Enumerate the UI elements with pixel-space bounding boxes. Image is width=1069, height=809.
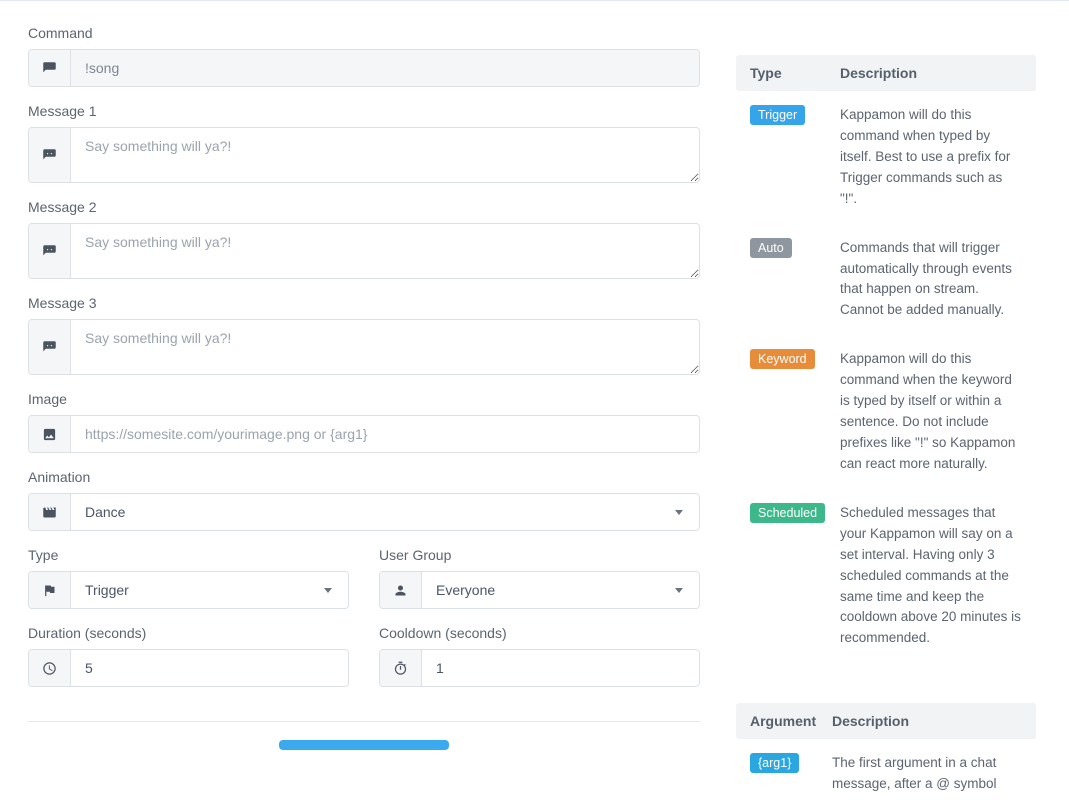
command-input[interactable] (71, 50, 699, 86)
message1-field: Message 1 (28, 103, 700, 183)
message1-group (28, 127, 700, 183)
command-field: Command (28, 25, 700, 87)
submit-button[interactable] (279, 740, 449, 750)
cooldown-label: Cooldown (seconds) (379, 625, 700, 641)
image-label: Image (28, 391, 700, 407)
user-icon (380, 572, 422, 608)
animation-label: Animation (28, 469, 700, 485)
description-header: Description (840, 65, 1022, 81)
chat-icon (29, 224, 71, 278)
type-header: Type (750, 65, 840, 81)
form-panel: Command Message 1 Message 2 (28, 7, 700, 809)
chevron-down-icon (675, 510, 683, 515)
usergroup-label: User Group (379, 547, 700, 563)
message3-group (28, 319, 700, 375)
type-description: Commands that will trigger automatically… (840, 238, 1022, 322)
type-description: Kappamon will do this command when typed… (840, 105, 1022, 210)
reference-panel: Type Description Trigger Kappamon will do… (736, 7, 1036, 809)
message1-input[interactable] (71, 128, 699, 182)
arg-description: The first argument in a chat message, af… (832, 753, 1022, 795)
duration-group (28, 649, 349, 687)
type-row: Auto Commands that will trigger automatic… (736, 224, 1036, 336)
image-icon (29, 416, 71, 452)
message3-field: Message 3 (28, 295, 700, 375)
message2-group (28, 223, 700, 279)
arg-table-header: Argument Description (736, 703, 1036, 739)
divider (28, 721, 700, 722)
image-input[interactable] (71, 416, 699, 452)
clock-icon (29, 650, 71, 686)
chat-icon (29, 320, 71, 374)
animation-value: Dance (85, 504, 125, 520)
arg-description-header: Description (832, 713, 1022, 729)
type-select[interactable]: Trigger (71, 572, 348, 608)
type-label: Type (28, 547, 349, 563)
animation-select[interactable]: Dance (71, 494, 699, 530)
message3-label: Message 3 (28, 295, 700, 311)
argument-header: Argument (750, 713, 832, 729)
type-row: Trigger Kappamon will do this command whe… (736, 91, 1036, 224)
command-input-group (28, 49, 700, 87)
arg-row: {arg1} The first argument in a chat messa… (736, 739, 1036, 809)
type-table-header: Type Description (736, 55, 1036, 91)
cooldown-group (379, 649, 700, 687)
stopwatch-icon (380, 650, 422, 686)
usergroup-group: Everyone (379, 571, 700, 609)
type-description: Scheduled messages that your Kappamon wi… (840, 503, 1022, 649)
arg-badge: {arg1} (750, 753, 799, 773)
type-value: Trigger (85, 582, 129, 598)
chevron-down-icon (324, 588, 332, 593)
clapper-icon (29, 494, 71, 530)
chat-icon (29, 128, 71, 182)
type-badge: Trigger (750, 105, 805, 125)
message1-label: Message 1 (28, 103, 700, 119)
usergroup-field: User Group Everyone (379, 547, 700, 609)
flag-icon (29, 572, 71, 608)
cooldown-field: Cooldown (seconds) (379, 625, 700, 687)
command-label: Command (28, 25, 700, 41)
type-table-body: Trigger Kappamon will do this command whe… (736, 91, 1036, 663)
animation-field: Animation Dance (28, 469, 700, 531)
type-field: Type Trigger (28, 547, 349, 609)
usergroup-value: Everyone (436, 582, 495, 598)
duration-label: Duration (seconds) (28, 625, 349, 641)
type-row: Keyword Kappamon will do this command whe… (736, 335, 1036, 489)
message2-label: Message 2 (28, 199, 700, 215)
duration-field: Duration (seconds) (28, 625, 349, 687)
type-description: Kappamon will do this command when the k… (840, 349, 1022, 475)
message2-field: Message 2 (28, 199, 700, 279)
cooldown-input[interactable] (422, 650, 699, 686)
type-badge: Keyword (750, 349, 815, 369)
chevron-down-icon (675, 588, 683, 593)
image-field: Image (28, 391, 700, 453)
message2-input[interactable] (71, 224, 699, 278)
arg-table-body: {arg1} The first argument in a chat messa… (736, 739, 1036, 809)
type-row: Scheduled Scheduled messages that your Ka… (736, 489, 1036, 663)
animation-group: Dance (28, 493, 700, 531)
message3-input[interactable] (71, 320, 699, 374)
image-group (28, 415, 700, 453)
usergroup-select[interactable]: Everyone (422, 572, 699, 608)
type-group: Trigger (28, 571, 349, 609)
type-badge: Auto (750, 238, 792, 258)
duration-input[interactable] (71, 650, 348, 686)
speech-icon (29, 50, 71, 86)
type-badge: Scheduled (750, 503, 825, 523)
